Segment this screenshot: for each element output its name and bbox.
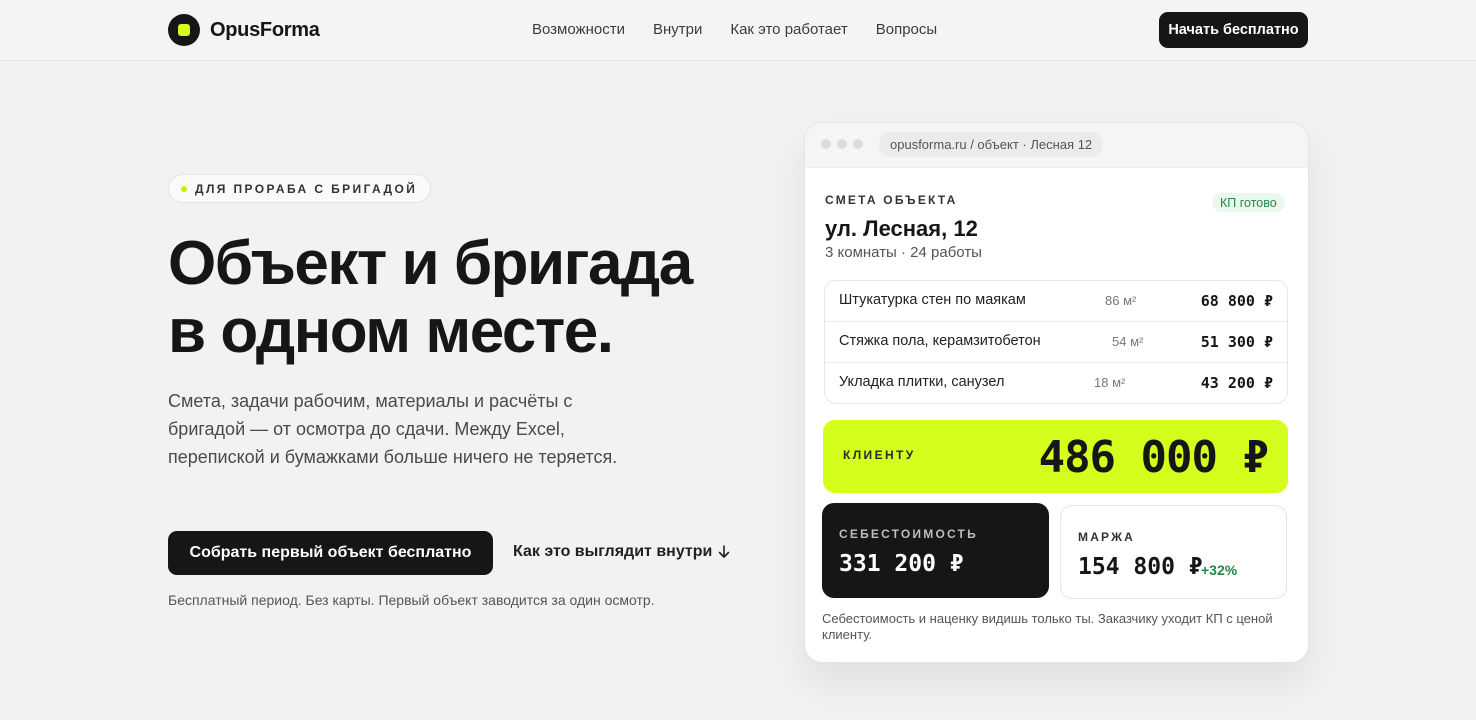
estimate-label: СМЕТА ОБЪЕКТА [825,193,958,207]
item-qty: 18 м² [1094,375,1126,390]
nav-link-inside[interactable]: Внутри [653,21,702,38]
logo-icon [168,14,200,46]
status-badge: КП готово [1212,193,1285,212]
margin-value: 154 800 ₽ [1078,554,1203,580]
client-label: КЛИЕНТУ [843,448,916,462]
estimate-row: Штукатурка стен по маякам 86 м² 68 800 ₽ [825,281,1287,322]
badge-dot-icon [181,185,187,192]
cost-label: СЕБЕСТОИМОСТЬ [839,527,978,541]
arrow-down-icon [719,545,730,558]
margin-label: МАРЖА [1078,530,1136,544]
hero-description: Смета, задачи рабочим, материалы и расчё… [168,391,618,467]
cost-value: 331 200 ₽ [839,551,964,577]
margin-percent: +32% [1201,562,1238,578]
browser-chrome: opusforma.ru / объект · Лесная 12 [805,123,1308,168]
site-header: OpusForma Возможности Внутри Как это раб… [0,0,1476,61]
item-qty: 54 м² [1112,334,1144,349]
item-qty: 86 м² [1105,293,1137,308]
nav-link-features[interactable]: Возможности [532,21,625,38]
main-nav: Возможности Внутри Как это работает Вопр… [532,21,937,38]
item-price: 68 800 ₽ [1200,292,1273,310]
estimate-row: Стяжка пола, керамзитобетон 54 м² 51 300… [825,322,1287,363]
margin-panel: МАРЖА 154 800 ₽ +32% [1060,505,1287,599]
address-bar: opusforma.ru / объект · Лесная 12 [879,132,1104,157]
estimate-row: Укладка плитки, санузел 18 м² 43 200 ₽ [825,363,1287,403]
estimate-preview-card: opusforma.ru / объект · Лесная 12 СМЕТА … [804,122,1309,663]
item-name: Укладка плитки, санузел [839,374,1005,390]
build-first-object-button[interactable]: Собрать первый объект бесплатно [168,531,493,575]
object-summary: 3 комнаты · 24 работы [825,244,982,261]
start-free-button[interactable]: Начать бесплатно [1159,12,1308,48]
see-inside-label: Как это выглядит внутри [513,543,713,560]
see-inside-link[interactable]: Как это выглядит внутри [513,543,730,561]
card-footnote: Себестоимость и наценку видишь только ты… [822,611,1273,642]
item-price: 43 200 ₽ [1200,374,1273,392]
nav-link-how-it-works[interactable]: Как это работает [730,21,847,38]
hero-title: Объект и бригада в одном месте. [168,229,693,366]
client-value: 486 000 ₽ [1038,432,1269,483]
item-name: Стяжка пола, керамзитобетон [839,333,1041,349]
cost-panel: СЕБЕСТОИМОСТЬ 331 200 ₽ [822,503,1049,598]
client-total: КЛИЕНТУ 486 000 ₽ [823,420,1288,493]
estimate-items: Штукатурка стен по маякам 86 м² 68 800 ₽… [824,280,1288,404]
window-dots [821,139,863,149]
trial-note: Бесплатный период. Без карты. Первый объ… [168,592,655,608]
nav-link-faq[interactable]: Вопросы [876,21,937,38]
item-name: Штукатурка стен по маякам [839,292,1026,308]
badge-label: ДЛЯ ПРОРАБА С БРИГАДОЙ [195,181,418,196]
logo-text: OpusForma [210,18,320,41]
object-address: ул. Лесная, 12 [825,216,978,241]
audience-badge: ДЛЯ ПРОРАБА С БРИГАДОЙ [168,174,432,203]
logo[interactable]: OpusForma [168,14,320,46]
item-price: 51 300 ₽ [1200,333,1273,351]
